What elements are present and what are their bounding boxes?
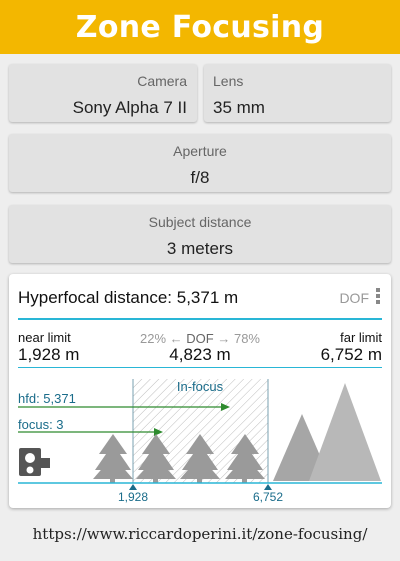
app-title: Zone Focusing	[75, 9, 325, 45]
camera-label: Camera	[137, 73, 187, 89]
footer-url[interactable]: https://www.riccardoperini.it/zone-focus…	[0, 525, 400, 543]
title-bar: Zone Focusing	[0, 0, 400, 54]
focus-label: focus: 3	[18, 417, 64, 432]
hfd-label: hfd: 5,371	[18, 391, 76, 406]
mountain-icon	[273, 383, 381, 481]
near-tick-label: 1,928	[118, 490, 148, 504]
subject-distance-value: 3 meters	[166, 239, 234, 258]
lens-selector[interactable]: Lens 35 mm	[204, 64, 391, 122]
in-focus-label: In-focus	[177, 379, 224, 394]
aperture-value: f/8	[190, 168, 210, 187]
camera-icon	[19, 448, 50, 476]
result-card: Hyperfocal distance: 5,371 m DOF near li…	[9, 274, 391, 508]
far-tick-label: 6,752	[253, 490, 283, 504]
tree-icon	[93, 434, 133, 483]
camera-selector[interactable]: Camera Sony Alpha 7 II	[9, 64, 197, 122]
aperture-label: Aperture	[173, 143, 227, 159]
subject-distance-label: Subject distance	[148, 214, 252, 230]
subject-distance-selector[interactable]: Subject distance 3 meters	[9, 205, 391, 263]
zone-diagram: In-focus hfd: 5,371 focus: 3 1,928 6,752	[18, 379, 382, 504]
lens-value: 35 mm	[213, 98, 265, 117]
camera-value: Sony Alpha 7 II	[72, 98, 187, 117]
lens-label: Lens	[213, 73, 244, 89]
aperture-selector[interactable]: Aperture f/8	[9, 134, 391, 192]
